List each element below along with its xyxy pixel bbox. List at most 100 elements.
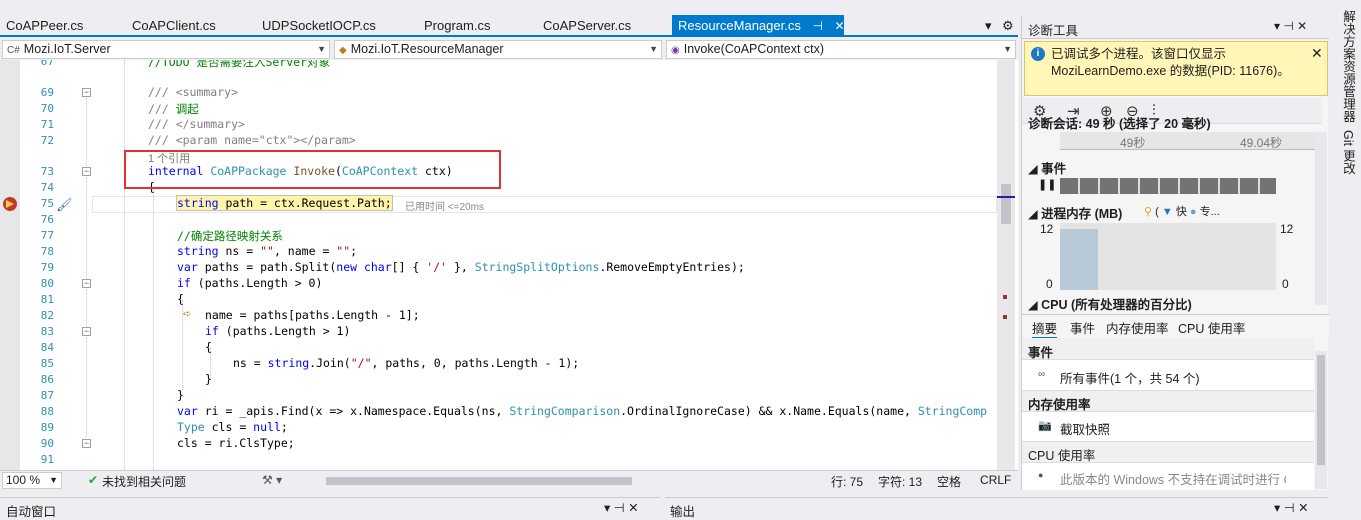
breakpoint-icon[interactable] xyxy=(3,197,17,211)
window-controls[interactable]: ▾ ⊣ ✕ xyxy=(1274,19,1307,33)
code-line[interactable]: /// 调起 xyxy=(148,101,199,117)
class-dropdown[interactable]: ◆ Mozi.IoT.ResourceManager ▼ xyxy=(334,40,662,59)
code-line[interactable]: name = paths[paths.Length - 1]; xyxy=(205,308,420,322)
tab-coapclient[interactable]: CoAPClient.cs xyxy=(132,15,216,37)
output-window-title: 输出 xyxy=(670,505,696,519)
code-line[interactable]: //TODO 是否需要注入Server对象 xyxy=(148,60,330,70)
whitespace-indicator[interactable]: 空格 xyxy=(937,473,961,490)
memory-axis-max: 12 xyxy=(1280,222,1294,236)
tab-events[interactable]: 事件 xyxy=(1070,318,1095,337)
collapse-icon[interactable]: − xyxy=(82,167,91,176)
ruler-label: 49秒 xyxy=(1120,136,1146,150)
cpu-section-label[interactable]: ◢ CPU (所有处理器的百分比) xyxy=(1028,294,1192,313)
tab-label: CoAPClient.cs xyxy=(132,18,216,33)
perf-tip[interactable]: 已用时间 <=20ms xyxy=(405,198,484,213)
scrollbar-thumb[interactable] xyxy=(1001,184,1011,224)
project-label: Mozi.IoT.Server xyxy=(23,42,111,56)
code-line[interactable]: /// <param name="ctx"></param> xyxy=(148,133,356,147)
code-line[interactable]: } xyxy=(177,388,184,402)
quick-action-brush-icon[interactable]: 🖌 xyxy=(56,197,73,213)
code-line[interactable]: var ri = _apis.Find(x => x.Namespace.Equ… xyxy=(177,404,987,418)
summary-scrollbar[interactable] xyxy=(1315,351,1327,489)
brush-icon[interactable]: ⚒ ▾ xyxy=(262,473,282,487)
notice-text: 已调试多个进程。该窗口仅显示 MoziLearnDemo.exe 的数据(PID… xyxy=(1051,47,1290,78)
events-section-label[interactable]: ◢ 事件 xyxy=(1028,158,1066,177)
code-line[interactable]: Type cls = null; xyxy=(177,420,288,434)
info-notice: i 已调试多个进程。该窗口仅显示 MoziLearnDemo.exe 的数据(P… xyxy=(1024,41,1328,96)
tab-cpu[interactable]: CPU 使用率 xyxy=(1178,318,1245,337)
navigation-bar: C# Mozi.IoT.Server ▼ ◆ Mozi.IoT.ResourceMa… xyxy=(0,39,1018,60)
project-dropdown[interactable]: C# Mozi.IoT.Server ▼ xyxy=(2,40,330,59)
window-controls[interactable]: ▾ ⊣ ✕ xyxy=(604,500,639,515)
close-icon[interactable]: ✕ xyxy=(835,15,845,37)
solution-explorer-tab[interactable]: 解决方案资源管理器 xyxy=(1339,10,1358,123)
events-label: 事件 xyxy=(1041,162,1067,176)
line-number: 86 xyxy=(40,373,54,386)
gear-icon[interactable]: ⚙ xyxy=(1002,15,1014,37)
tab-label: CoAPPeer.cs xyxy=(6,18,84,33)
autos-window-header[interactable]: 自动窗口 ▾ ⊣ ✕ xyxy=(0,497,660,519)
line-ending-indicator[interactable]: CRLF xyxy=(980,473,1011,487)
code-line[interactable]: { xyxy=(205,340,212,354)
summary-events-link[interactable]: 所有事件(1 个，共 54 个) xyxy=(1060,368,1200,387)
code-line[interactable]: } xyxy=(205,372,212,386)
code-line[interactable]: { xyxy=(177,292,184,306)
member-dropdown[interactable]: ◉ Invoke(CoAPContext ctx) ▼ xyxy=(666,40,1016,59)
line-number: 83 xyxy=(40,325,54,338)
check-circle-icon: ✔ xyxy=(88,473,99,487)
tab-resourcemanager[interactable]: ResourceManager.cs ⊣ ✕ xyxy=(672,15,845,37)
tab-label: CoAPServer.cs xyxy=(543,18,632,33)
line-number: 71 xyxy=(40,118,54,131)
tab-list-dropdown-icon[interactable]: ▾ xyxy=(985,15,992,37)
code-line[interactable]: var paths = path.Split(new char[] { '/' … xyxy=(177,260,745,274)
light-bulb-arrow-icon[interactable]: ➪ xyxy=(183,309,191,320)
horizontal-scrollbar[interactable] xyxy=(326,477,632,485)
summary-cpu-title: CPU 使用率 xyxy=(1028,449,1096,463)
line-indicator[interactable]: 行: 75 xyxy=(831,473,863,490)
code-line[interactable]: //确定路径映射关系 xyxy=(177,228,283,244)
pin-icon[interactable]: ⊣ xyxy=(812,15,822,37)
code-line[interactable]: cls = ri.ClsType; xyxy=(177,436,295,450)
tab-coappeer[interactable]: CoAPPeer.cs xyxy=(6,15,83,37)
collapse-icon[interactable]: − xyxy=(82,327,91,336)
vertical-scrollbar[interactable] xyxy=(997,60,1015,470)
collapse-icon[interactable]: − xyxy=(82,279,91,288)
output-window-header[interactable]: 输出 ▾ ⊣ ✕ xyxy=(665,497,1328,519)
code-line[interactable]: ns = string.Join("/", paths, 0, paths.Le… xyxy=(233,356,579,370)
memory-label: 进程内存 (MB) xyxy=(1041,207,1123,221)
indicator-margin[interactable] xyxy=(0,60,20,470)
window-controls[interactable]: ▾ ⊣ ✕ xyxy=(1274,500,1309,515)
timeline-ruler[interactable]: 49秒 49.04秒 xyxy=(1060,132,1315,150)
tab-coapserver[interactable]: CoAPServer.cs xyxy=(543,15,631,37)
events-timeline[interactable] xyxy=(1060,178,1276,194)
memory-graph[interactable] xyxy=(1060,223,1276,290)
outline-line xyxy=(86,177,87,279)
current-statement[interactable]: string path = ctx.Request.Path; xyxy=(176,195,393,211)
pause-icon[interactable]: ❚❚ xyxy=(1038,178,1056,191)
collapse-icon[interactable]: − xyxy=(82,439,91,448)
code-line[interactable]: if (paths.Length > 1) xyxy=(205,324,350,338)
diagnostic-tabs xyxy=(1022,314,1329,338)
line-number: 89 xyxy=(40,421,54,434)
code-line[interactable]: /// </summary> xyxy=(148,117,245,131)
close-icon[interactable]: ✕ xyxy=(1311,45,1323,62)
summary-content: 事件 ∞ 所有事件(1 个，共 54 个) 内存使用率 📷 截取快照 CPU 使… xyxy=(1022,338,1314,490)
code-line[interactable]: /// <summary> xyxy=(148,85,238,99)
issues-status[interactable]: 未找到相关问题 xyxy=(102,473,186,490)
git-changes-tab[interactable]: Git 更改 xyxy=(1339,130,1358,174)
code-editor[interactable]: 67 69 70 71 72 73 74 75 76 77 78 79 80 8… xyxy=(0,60,1018,470)
memory-section-label[interactable]: ◢ 进程内存 (MB) xyxy=(1028,203,1122,222)
tab-program[interactable]: Program.cs xyxy=(424,15,490,37)
tab-memory[interactable]: 内存使用率 xyxy=(1106,318,1169,337)
tab-udpsocketiocp[interactable]: UDPSocketIOCP.cs xyxy=(262,15,376,37)
column-indicator[interactable]: 字符: 13 xyxy=(878,473,922,490)
take-snapshot-button[interactable]: 截取快照 xyxy=(1060,419,1110,438)
zoom-dropdown[interactable]: 100 % ▼ xyxy=(2,472,62,489)
collapse-icon[interactable]: − xyxy=(82,88,91,97)
code-line[interactable]: string ns = "", name = ""; xyxy=(177,244,357,258)
tab-summary[interactable]: 摘要 xyxy=(1032,318,1058,339)
legend-item: 快 xyxy=(1175,206,1187,218)
diagnostic-scrollbar[interactable] xyxy=(1315,132,1327,305)
scrollbar-thumb[interactable] xyxy=(1317,355,1325,465)
code-line[interactable]: if (paths.Length > 0) xyxy=(177,276,322,290)
